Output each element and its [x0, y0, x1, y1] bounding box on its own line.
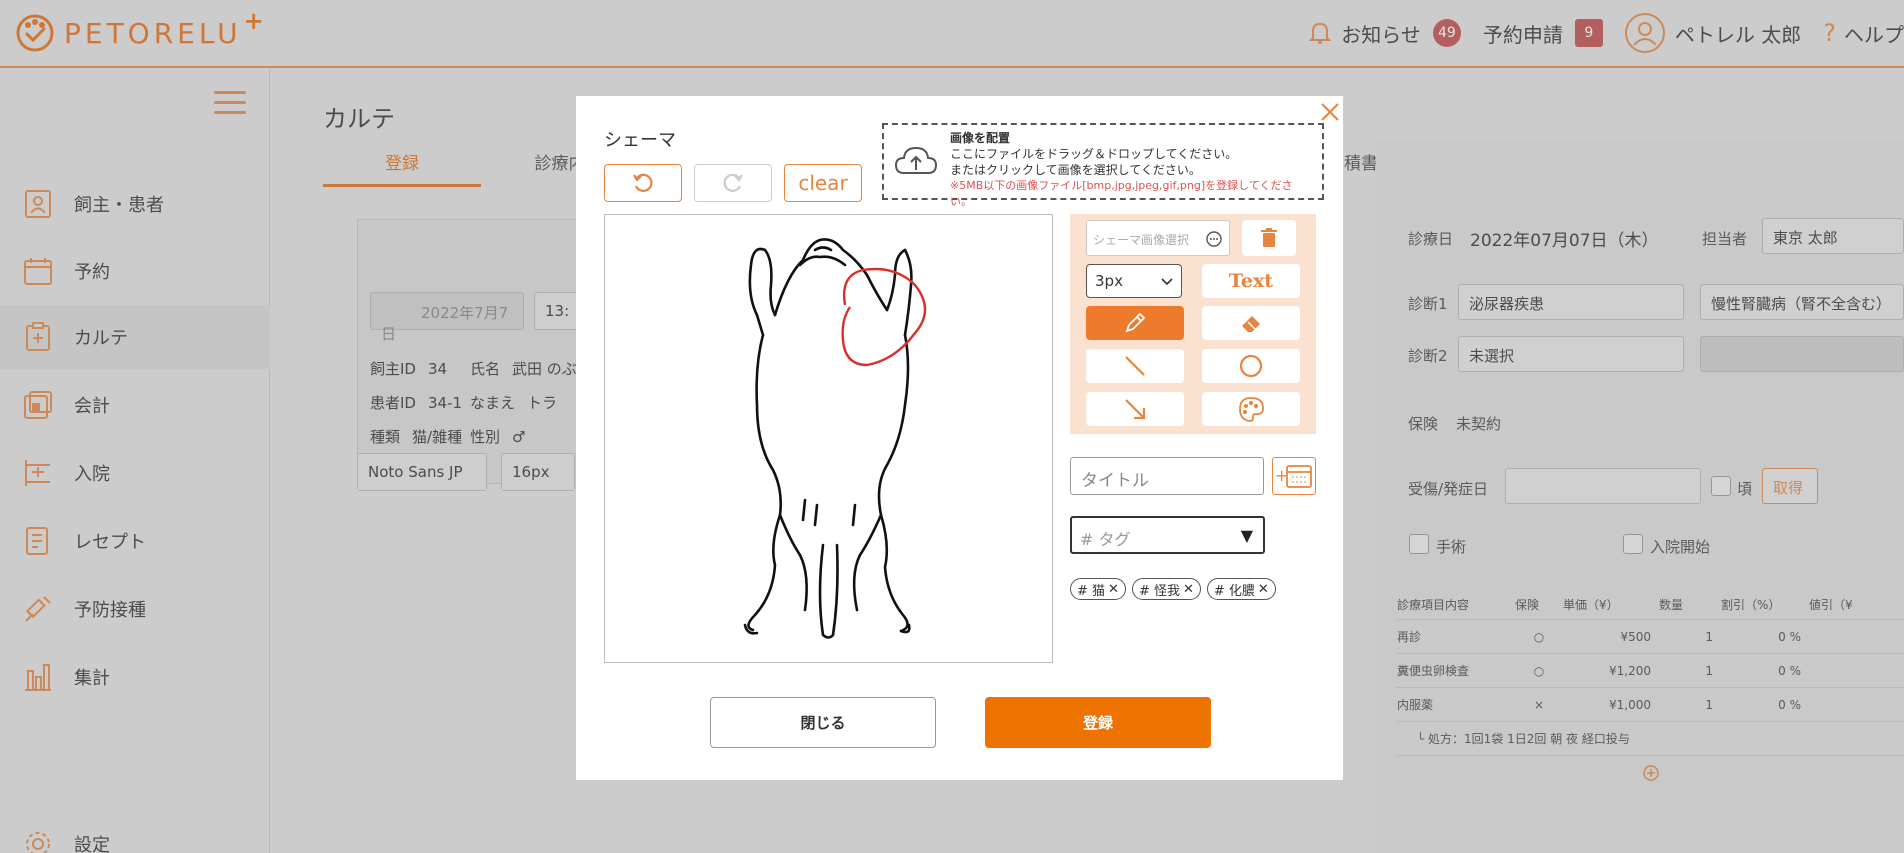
image-drop-zone[interactable]: 画像を配置 ここにファイルをドラッグ＆ドロップしてください。 またはクリックして… — [882, 123, 1324, 208]
close-icon[interactable] — [1318, 100, 1342, 124]
tag-input-placeholder: # タグ — [1080, 530, 1131, 549]
pencil-icon — [1125, 312, 1146, 333]
trash-icon — [1261, 228, 1277, 247]
more-icon — [1206, 231, 1222, 247]
stroke-width-value: 3px — [1095, 272, 1123, 290]
cat-schema-drawing — [743, 238, 927, 639]
line-tool-button[interactable] — [1086, 349, 1184, 383]
undo-icon — [633, 173, 653, 192]
color-palette-button[interactable] — [1202, 392, 1300, 426]
eraser-tool-button[interactable] — [1202, 306, 1300, 340]
chevron-down-icon — [1161, 278, 1173, 286]
insert-date-button[interactable]: + — [1272, 457, 1316, 495]
tag-chip[interactable]: # 猫 ✕ — [1070, 578, 1126, 600]
tag-input[interactable]: # タグ ▼ — [1070, 516, 1265, 554]
circle-icon — [1239, 354, 1263, 378]
drop-note: ※5MB以下の画像ファイル[bmp,jpg,jpeg,gif,png]を登録して… — [950, 179, 1293, 208]
title-input[interactable]: タイトル — [1070, 457, 1264, 495]
line-icon — [1125, 356, 1145, 376]
drop-instruction-1: ここにファイルをドラッグ＆ドロップしてください。 — [950, 147, 1238, 161]
schema-modal: シェーマ clear 画像を配置 ここにファイルをドラッグ＆ドロップしてください… — [576, 96, 1343, 780]
delete-image-button[interactable] — [1242, 220, 1296, 256]
cloud-upload-icon — [894, 146, 938, 174]
tag-list: # 猫 ✕ # 怪我 ✕ # 化膿 ✕ — [1070, 578, 1282, 600]
schema-image-select-placeholder: シェーマ画像選択 — [1093, 233, 1190, 247]
pencil-tool-button[interactable] — [1086, 306, 1184, 340]
clear-button[interactable]: clear — [784, 164, 862, 202]
text-tool-button[interactable]: Text — [1202, 264, 1300, 298]
redo-button[interactable] — [694, 164, 772, 202]
remove-tag-icon[interactable]: ✕ — [1183, 582, 1194, 597]
arrow-tool-button[interactable] — [1086, 392, 1184, 426]
remove-tag-icon[interactable]: ✕ — [1258, 582, 1269, 597]
eraser-icon — [1242, 316, 1260, 332]
palette-icon — [1239, 397, 1264, 422]
schema-image-select[interactable]: シェーマ画像選択 — [1086, 220, 1230, 256]
arrow-icon — [1125, 399, 1146, 420]
tag-chip[interactable]: # 化膿 ✕ — [1206, 578, 1276, 600]
tag-label: # 化膿 — [1213, 583, 1255, 599]
tool-panel: シェーマ画像選択 3px Text — [1070, 214, 1316, 434]
drop-instruction-2: またはクリックして画像を選択してください。 — [950, 163, 1201, 177]
stroke-width-select[interactable]: 3px — [1086, 264, 1182, 298]
title-input-placeholder: タイトル — [1081, 471, 1149, 491]
calendar-plus-icon: + — [1275, 465, 1312, 488]
remove-tag-icon[interactable]: ✕ — [1108, 582, 1119, 597]
close-button[interactable]: 閉じる — [710, 697, 936, 748]
drawing-canvas[interactable] — [604, 214, 1053, 663]
register-button[interactable]: 登録 — [985, 697, 1211, 748]
modal-title: シェーマ — [604, 130, 676, 151]
tag-label: # 怪我 — [1138, 583, 1180, 599]
dropdown-arrow-icon: ▼ — [1240, 526, 1253, 545]
tag-label: # 猫 — [1077, 583, 1106, 599]
tag-chip[interactable]: # 怪我 ✕ — [1131, 578, 1201, 600]
undo-button[interactable] — [604, 164, 682, 202]
redo-icon — [723, 173, 743, 192]
drop-title: 画像を配置 — [950, 131, 1011, 145]
text-tool-label: Text — [1228, 270, 1274, 292]
circle-tool-button[interactable] — [1202, 349, 1300, 383]
